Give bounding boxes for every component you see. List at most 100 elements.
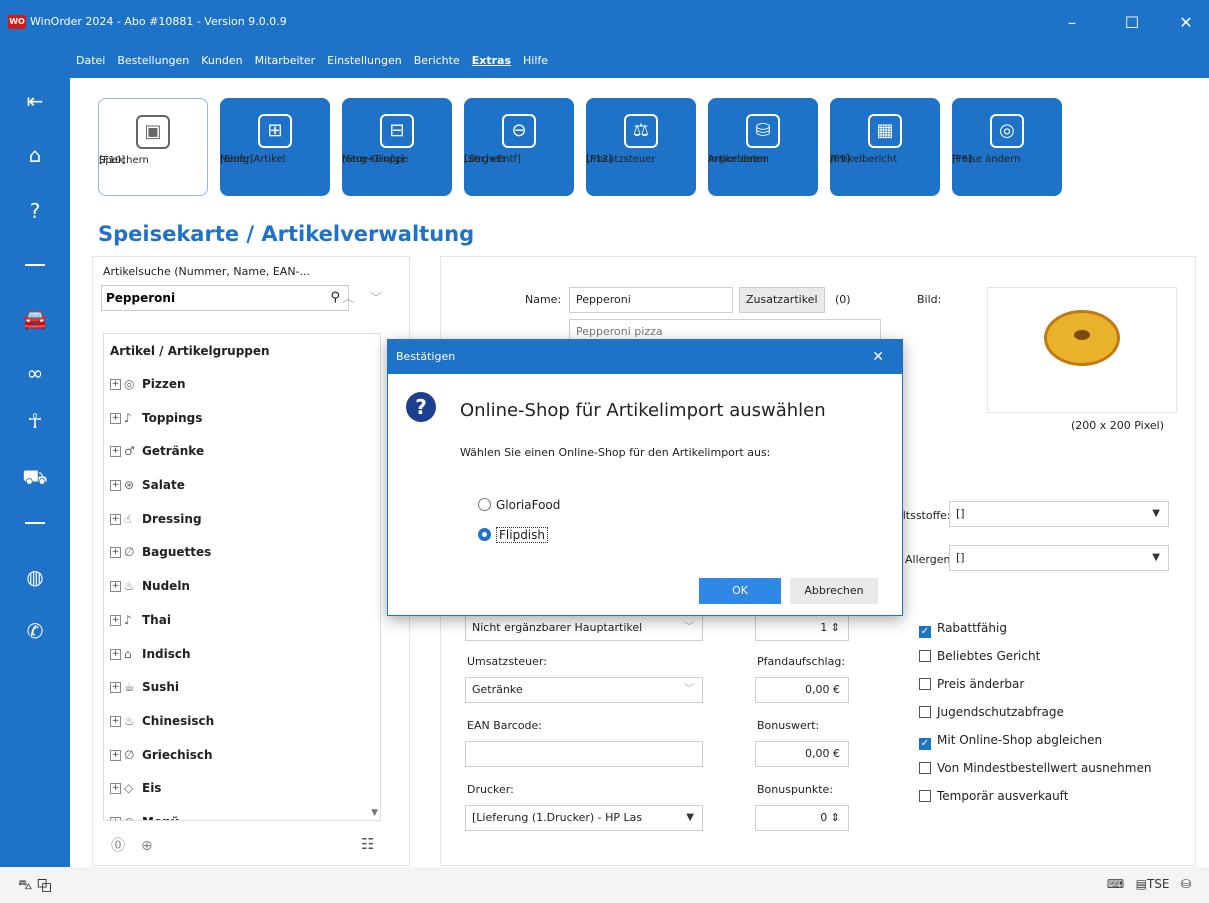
expand-icon[interactable]: + [110, 749, 121, 761]
tree-view-icon[interactable]: ☷ [361, 835, 374, 853]
expand-icon[interactable]: + [110, 581, 121, 593]
tree-item-eis[interactable]: + ◇ Eis [104, 772, 380, 806]
toolbar-button-4[interactable]: ⚖ Umsatzsteuer [F12] [586, 98, 696, 196]
close-window-button[interactable]: ✕ [1166, 10, 1206, 36]
download-icon[interactable]: ⊕ [141, 838, 153, 854]
car-icon[interactable]: 🚘 [22, 306, 48, 332]
toolbar-button-0[interactable]: ▣ Speichern [F10] [98, 98, 208, 196]
copy-icon[interactable]: ⧉ [37, 877, 52, 893]
toolbar-button-1[interactable]: ⊞ Neuer Artikel [Einfg] [220, 98, 330, 196]
tree-item-nudeln[interactable]: + ♨ Nudeln [104, 570, 380, 604]
tree-item-salate[interactable]: + ⊛ Salate [104, 469, 380, 503]
expand-icon[interactable]: + [110, 783, 121, 795]
checkbox-5[interactable]: Von Mindestbestellwert ausnehmen [919, 761, 1151, 775]
radio-button[interactable] [478, 528, 491, 541]
tree-item-baguettes[interactable]: + ∅ Baguettes [104, 536, 380, 570]
tree-item-indisch[interactable]: + ⌂ Indisch [104, 638, 380, 672]
expand-icon[interactable]: + [110, 513, 121, 525]
checkbox-6[interactable]: Temporär ausverkauft [919, 789, 1068, 803]
tree-scrollbar[interactable]: ▼ [366, 334, 378, 820]
scroll-down-icon[interactable]: ▼ [371, 808, 378, 818]
bonuspunkte-stepper[interactable]: 0 ⇕ [755, 805, 849, 831]
users-icon[interactable]: ∞ [22, 360, 48, 386]
quantity-stepper[interactable]: 1 ⇕ [755, 615, 849, 641]
phone-icon[interactable]: ✆ [22, 618, 48, 644]
toolbar-button-6[interactable]: ▦ Artikelbericht [F9] [830, 98, 940, 196]
keyboard-icon[interactable]: ⌨ [1107, 877, 1124, 891]
tree-item-sushi[interactable]: + ☕ Sushi [104, 671, 380, 705]
tree-item-getränke[interactable]: + ♂ Getränke [104, 435, 380, 469]
checkbox-0[interactable]: ✓ Rabattfähig [919, 621, 1007, 638]
menu-extras[interactable]: Extras [466, 48, 517, 73]
tree-item-toppings[interactable]: + ♪ Toppings [104, 402, 380, 436]
checkbox-1[interactable]: Beliebtes Gericht [919, 649, 1040, 663]
checkbox-box[interactable] [919, 706, 931, 718]
minimize-button[interactable]: – [1052, 10, 1092, 36]
zusatzartikel-button[interactable]: Zusatzartikel [739, 287, 825, 313]
radio-flipdish[interactable]: Flipdish [478, 527, 548, 543]
name-input[interactable]: Pepperoni [569, 287, 733, 313]
back-icon[interactable]: ⇤ [22, 88, 48, 114]
article-image[interactable] [987, 287, 1177, 413]
toolbar-button-5[interactable]: ⛁ Artikeldaten importieren [708, 98, 818, 196]
tree-item-chinesisch[interactable]: + ♨ Chinesisch [104, 705, 380, 739]
toolbar-button-3[interactable]: ⊖ Löschen [Strg+Entf] [464, 98, 574, 196]
checkbox-box[interactable] [919, 790, 931, 802]
checkbox-2[interactable]: Preis änderbar [919, 677, 1024, 691]
menu-datei[interactable]: Datei [70, 48, 111, 73]
car-icon[interactable]: ⛍ [18, 877, 32, 893]
checkbox-box[interactable]: ✓ [919, 738, 931, 750]
cancel-button[interactable]: Abbrechen [790, 578, 878, 604]
help-icon[interactable]: ? [22, 198, 48, 224]
table-icon[interactable]: ☥ [22, 408, 48, 434]
menu-berichte[interactable]: Berichte [408, 48, 466, 73]
radio-gloriafood[interactable]: GloriaFood [478, 498, 560, 512]
delivery-icon[interactable]: ⛟ [22, 464, 48, 490]
allergene-select[interactable]: [] ▼ [949, 545, 1169, 571]
menu-kunden[interactable]: Kunden [195, 48, 248, 73]
checkbox-box[interactable] [919, 650, 931, 662]
tree-item-menü[interactable]: +◎Menü [104, 806, 380, 820]
tree-item-pizzen[interactable]: + ◎ Pizzen [104, 368, 380, 402]
info-icon[interactable]: ⓪ [111, 838, 125, 854]
expand-icon[interactable]: + [110, 614, 121, 626]
pfand-input[interactable]: 0,00 € [755, 677, 849, 703]
checkbox-box[interactable] [919, 762, 931, 774]
bonuswert-input[interactable]: 0,00 € [755, 741, 849, 767]
menu-einstellungen[interactable]: Einstellungen [321, 48, 408, 73]
tree-item-thai[interactable]: + ♪ Thai [104, 604, 380, 638]
home-icon[interactable]: ⌂ [22, 142, 48, 168]
checkbox-box[interactable] [919, 678, 931, 690]
drucker-select[interactable]: [Lieferung (1.Drucker) - HP Las ▼ [465, 805, 703, 831]
menu-mitarbeiter[interactable]: Mitarbeiter [249, 48, 322, 73]
ok-button[interactable]: OK [699, 578, 781, 604]
tree-item-dressing[interactable]: + ☝ Dressing [104, 503, 380, 537]
connection-icon[interactable]: ⛁ [1181, 877, 1191, 891]
toolbar-button-7[interactable]: ◎ Preise ändern [F6] [952, 98, 1062, 196]
ean-input[interactable] [465, 741, 703, 767]
menu-hilfe[interactable]: Hilfe [517, 48, 554, 73]
tree-item-griechisch[interactable]: + ∅ Griechisch [104, 739, 380, 773]
close-icon[interactable]: ✕ [872, 340, 884, 374]
checkbox-box[interactable]: ✓ [919, 626, 931, 638]
expand-icon[interactable]: + [110, 379, 121, 390]
search-input[interactable] [102, 286, 302, 310]
tse-icon[interactable]: ▤ [1136, 877, 1147, 891]
expand-icon[interactable]: + [110, 412, 121, 424]
toolbar-button-2[interactable]: ⊟ Neue Gruppe [Strg+Einfg] [342, 98, 452, 196]
expand-icon[interactable]: + [110, 446, 121, 458]
expand-icon[interactable]: + [110, 715, 121, 727]
menu-bestellungen[interactable]: Bestellungen [111, 48, 195, 73]
inhaltsstoffe-select[interactable]: [] ▼ [949, 501, 1169, 527]
previous-result-button[interactable]: ︿ [337, 287, 359, 309]
radio-button[interactable] [478, 498, 491, 511]
expand-icon[interactable]: + [110, 648, 121, 660]
globe-icon[interactable]: ◍ [22, 564, 48, 590]
next-result-button[interactable]: ﹀ [365, 287, 387, 309]
expand-icon[interactable]: + [110, 816, 121, 820]
maximize-button[interactable]: ☐ [1112, 10, 1152, 36]
checkbox-4[interactable]: ✓ Mit Online-Shop abgleichen [919, 733, 1102, 750]
umsatzsteuer-select[interactable]: Getränke ﹀ [465, 677, 703, 703]
checkbox-3[interactable]: Jugendschutzabfrage [919, 705, 1064, 719]
expand-icon[interactable]: + [110, 547, 121, 559]
